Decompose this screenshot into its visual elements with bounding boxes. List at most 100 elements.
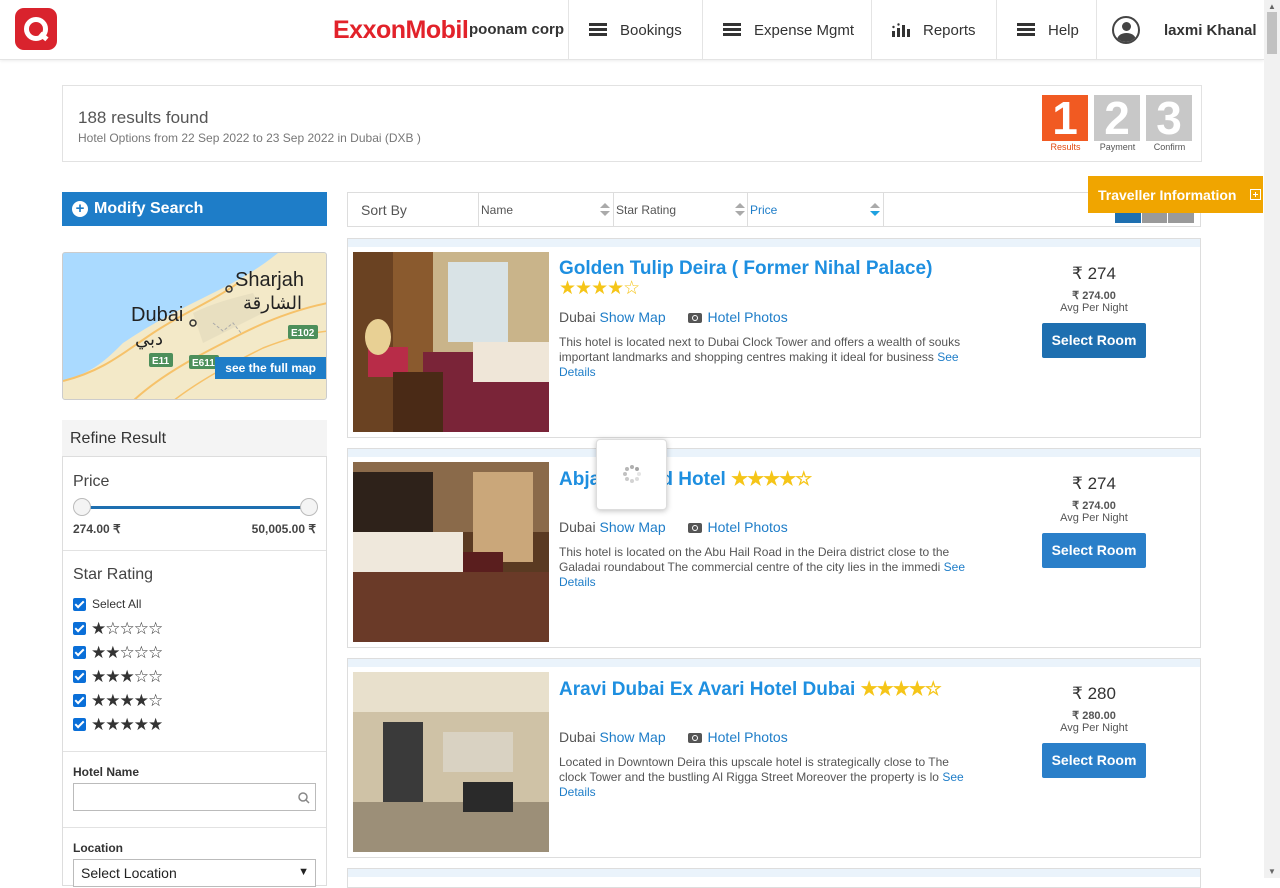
hotel-photo[interactable] xyxy=(353,672,549,852)
hotel-photo[interactable] xyxy=(353,462,549,642)
map-label-e102: E102 xyxy=(291,328,315,339)
star-rating-icon: ★★★★☆ xyxy=(91,691,163,710)
price-min-value: 274.00 ₹ xyxy=(73,522,121,536)
refine-result-title: Refine Result xyxy=(62,420,327,456)
step-payment: 2 Payment xyxy=(1094,95,1141,152)
location-select[interactable]: Select Location ▼ xyxy=(73,859,316,887)
spinner-dot xyxy=(623,472,627,476)
menu-icon xyxy=(589,23,607,37)
scroll-thumb[interactable] xyxy=(1267,12,1277,54)
checkbox[interactable] xyxy=(73,694,86,707)
camera-icon xyxy=(687,733,702,744)
page-scrollbar[interactable]: ▲ ▼ xyxy=(1264,0,1280,878)
star-filter-2[interactable]: ★★☆☆☆ xyxy=(73,643,163,662)
star-rating-icon: ★★☆☆☆ xyxy=(91,643,163,662)
menu-icon xyxy=(723,23,741,37)
spinner-dot xyxy=(625,476,630,481)
brand-logo: ExxonMobil xyxy=(333,16,469,44)
spinner-dot xyxy=(634,476,639,481)
app-logo[interactable] xyxy=(15,8,57,50)
step-confirm: 3 Confirm xyxy=(1146,95,1193,152)
show-map-link[interactable]: Show Map xyxy=(599,309,665,325)
user-menu[interactable]: laxmi Khanal xyxy=(1096,0,1264,60)
spinner-dot xyxy=(625,467,630,472)
list-view-tab[interactable] xyxy=(1115,213,1141,223)
divider xyxy=(63,751,326,752)
hotel-price: ₹ 274 ₹ 274.00 Avg Per Night xyxy=(1060,474,1128,524)
checkbox[interactable] xyxy=(73,718,86,731)
sort-arrows-icon xyxy=(735,203,745,216)
traveller-information-button[interactable]: Traveller Information xyxy=(1088,176,1263,213)
results-count: 188 results found xyxy=(78,108,209,127)
hotel-name[interactable]: Aravi Dubai Ex Avari Hotel Dubai ★★★★☆ xyxy=(559,678,942,701)
spinner-dot xyxy=(630,465,634,469)
checkbox[interactable] xyxy=(73,646,86,659)
hotel-photo[interactable] xyxy=(353,252,549,432)
checkbox[interactable] xyxy=(73,622,86,635)
select-room-button[interactable]: Select Room xyxy=(1042,323,1146,358)
map-view-tab[interactable] xyxy=(1168,213,1195,223)
select-room-button[interactable]: Select Room xyxy=(1042,743,1146,778)
select-room-button[interactable]: Select Room xyxy=(1042,533,1146,568)
checkbox[interactable] xyxy=(73,597,86,611)
star-filter-3[interactable]: ★★★☆☆ xyxy=(73,667,163,686)
hotel-card: Golden Tulip Deira ( Former Nihal Palace… xyxy=(347,238,1201,438)
nav-bookings[interactable]: Bookings xyxy=(568,0,702,60)
hotel-photos-link[interactable]: Hotel Photos xyxy=(687,309,788,325)
hotel-location: Dubai Show Map Hotel Photos xyxy=(559,729,788,745)
price-max-value: 50,005.00 ₹ xyxy=(251,522,316,536)
map-preview[interactable]: Sharjah الشارقة Dubai دبي E102 E11 E611 … xyxy=(62,252,327,400)
sort-by-label: Sort By xyxy=(361,201,407,218)
hotel-photos-link[interactable]: Hotel Photos xyxy=(687,729,788,745)
star-rating-icon: ★☆☆☆☆ xyxy=(91,619,163,638)
checkbox[interactable] xyxy=(73,670,86,683)
show-map-link[interactable]: Show Map xyxy=(599,729,665,745)
price-range-slider[interactable] xyxy=(73,498,318,516)
modify-search-button[interactable]: + Modify Search xyxy=(62,192,327,226)
star-select-all[interactable]: Select All xyxy=(73,597,141,611)
hotel-star-rating: ★★★★☆ xyxy=(559,278,640,299)
divider xyxy=(63,827,326,828)
sort-name[interactable]: Name xyxy=(478,193,613,226)
hotel-description: This hotel is located next to Dubai Cloc… xyxy=(559,335,961,379)
plus-circle-icon: + xyxy=(72,201,88,217)
scroll-down-icon[interactable]: ▼ xyxy=(1268,867,1276,876)
sort-arrows-icon xyxy=(600,203,610,216)
avatar-icon xyxy=(1112,16,1140,44)
star-filter-4[interactable]: ★★★★☆ xyxy=(73,691,163,710)
search-icon xyxy=(298,792,310,804)
nav-help[interactable]: Help xyxy=(996,0,1097,60)
star-rating-icon: ★★★☆☆ xyxy=(91,667,163,686)
hotel-photos-link[interactable]: Hotel Photos xyxy=(687,519,788,535)
nav-reports[interactable]: Reports xyxy=(871,0,996,60)
step-results: 1 Results xyxy=(1042,95,1089,152)
grid-view-tab[interactable] xyxy=(1141,213,1168,223)
loading-spinner xyxy=(596,439,667,510)
camera-icon xyxy=(687,523,702,534)
map-label-dubai-ar: دبي xyxy=(135,329,163,350)
show-map-link[interactable]: Show Map xyxy=(599,519,665,535)
price-max-handle[interactable] xyxy=(300,498,318,516)
see-full-map-link[interactable]: see the full map xyxy=(215,357,326,379)
hotel-name-input[interactable] xyxy=(73,783,316,811)
map-label-e11: E11 xyxy=(152,356,170,367)
location-label: Location xyxy=(73,841,123,855)
price-min-handle[interactable] xyxy=(73,498,91,516)
sort-star-rating[interactable]: Star Rating xyxy=(613,193,748,226)
spinner-dot xyxy=(630,479,634,483)
hotel-description: This hotel is located on the Abu Hail Ro… xyxy=(559,545,966,589)
star-filter-5[interactable]: ★★★★★ xyxy=(73,716,163,733)
spinner-dot xyxy=(634,467,639,472)
hotel-card: Abjad Grand Hotel ★★★★☆ Dubai Show Map H… xyxy=(347,448,1201,648)
star-filter-1[interactable]: ★☆☆☆☆ xyxy=(73,619,163,638)
map-label-dubai: Dubai xyxy=(131,304,183,326)
nav-expense-mgmt[interactable]: Expense Mgmt xyxy=(702,0,872,60)
scroll-up-icon[interactable]: ▲ xyxy=(1268,2,1276,11)
nav-label: Reports xyxy=(923,21,976,39)
sort-price[interactable]: Price xyxy=(747,193,884,226)
hotel-description: Located in Downtown Deira this upscale h… xyxy=(559,755,964,799)
search-summary: Hotel Options from 22 Sep 2022 to 23 Sep… xyxy=(78,131,421,145)
modify-search-label: Modify Search xyxy=(94,200,204,217)
view-toggle[interactable] xyxy=(1115,213,1195,223)
divider xyxy=(63,550,326,551)
